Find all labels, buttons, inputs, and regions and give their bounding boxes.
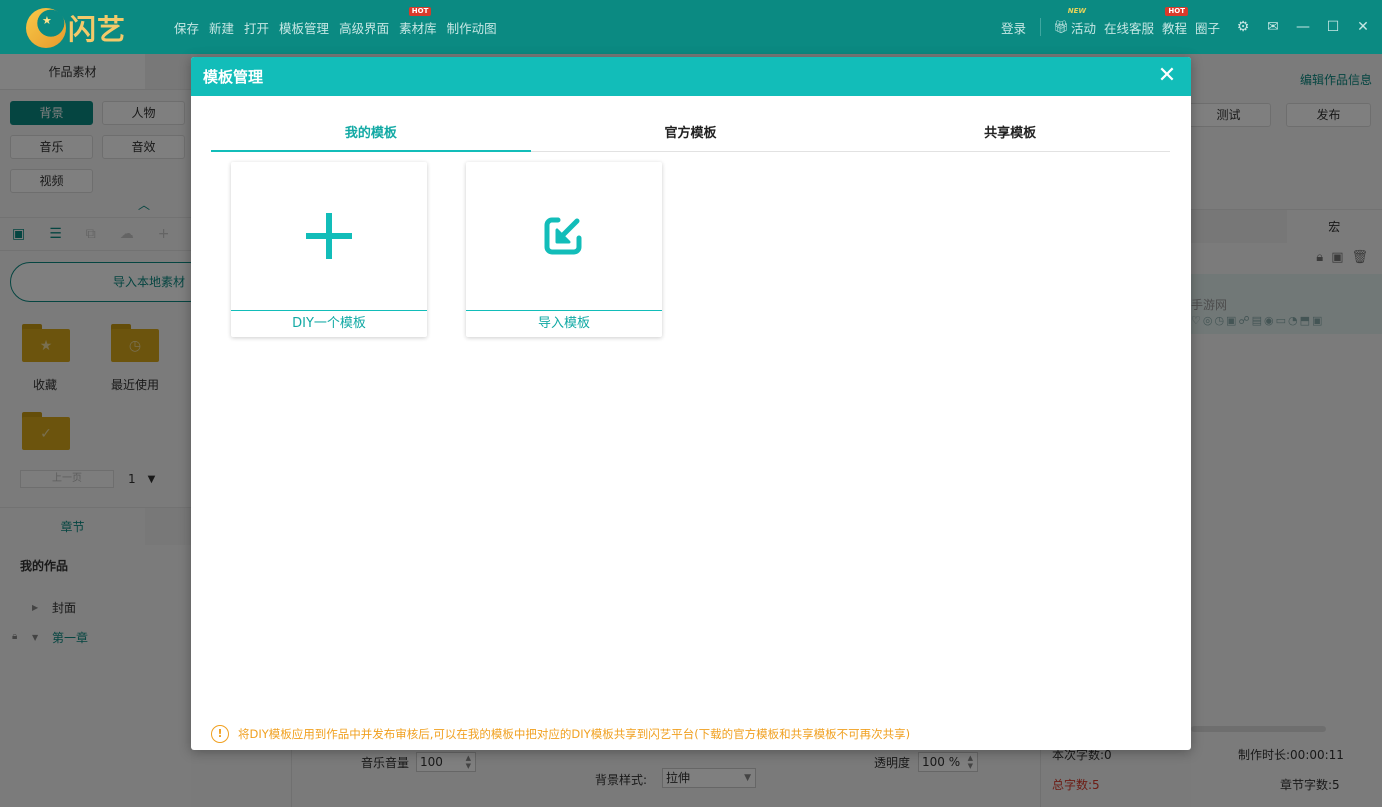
tab-my-templates[interactable]: 我的模板: [211, 120, 531, 152]
menu-divider: [1040, 18, 1042, 36]
new-badge: NEW: [1067, 6, 1087, 15]
warning-exclamation-icon: !: [211, 725, 229, 743]
maximize-icon[interactable]: ☐: [1318, 0, 1348, 54]
circle-link[interactable]: 圈子: [1195, 18, 1220, 37]
diy-template-card[interactable]: DIY一个模板: [231, 162, 427, 337]
diy-template-label: DIY一个模板: [292, 316, 366, 331]
plus-icon: [306, 213, 352, 259]
menu-open[interactable]: 打开: [244, 18, 269, 37]
logo-moon-icon: ★: [26, 8, 66, 48]
hot-badge: HOT: [408, 6, 432, 16]
tab-official-templates[interactable]: 官方模板: [531, 120, 851, 151]
right-menu: 登录 🎁︎ 活动 NEW 在线客服 教程 HOT 圈子 ⚙ ✉ — ☐ ✕: [1001, 0, 1382, 54]
app-logo: ★ 闪艺: [26, 8, 136, 48]
activity-label: 活动: [1070, 20, 1096, 36]
tab-shared-templates[interactable]: 共享模板: [850, 120, 1170, 151]
tutorial-link[interactable]: 教程 HOT: [1161, 6, 1189, 37]
settings-gear-icon[interactable]: ⚙: [1228, 0, 1258, 54]
menu-save[interactable]: 保存: [174, 18, 199, 37]
import-icon: [544, 217, 582, 255]
share-notice: ! 将DIY模板应用到作品中并发布审核后,可以在我的模板中把对应的DIY模板共享…: [211, 725, 910, 743]
dialog-title: 模板管理: [203, 68, 264, 86]
menu-new[interactable]: 新建: [209, 18, 234, 37]
login-link[interactable]: 登录: [1001, 18, 1026, 37]
import-template-label: 导入模板: [537, 316, 590, 331]
activity-link[interactable]: 🎁︎ 活动 NEW: [1053, 7, 1096, 37]
online-support-link[interactable]: 在线客服: [1104, 18, 1154, 37]
message-envelope-icon[interactable]: ✉: [1258, 0, 1288, 54]
import-card-body: [466, 162, 662, 311]
menu-template-manage[interactable]: 模板管理: [279, 18, 329, 37]
menu-asset-library-label: 素材库: [399, 20, 437, 36]
template-tabs: 我的模板 官方模板 共享模板: [211, 120, 1170, 152]
close-window-icon[interactable]: ✕: [1348, 0, 1378, 54]
tutorial-label: 教程: [1161, 20, 1187, 36]
gift-icon: 🎁︎: [1053, 19, 1069, 34]
main-menu: 保存 新建 打开 模板管理 高级界面 素材库 HOT 制作动图: [174, 0, 507, 54]
import-template-card[interactable]: 导入模板: [466, 162, 662, 337]
close-icon[interactable]: ✕: [1155, 64, 1179, 88]
minimize-icon[interactable]: —: [1288, 0, 1318, 54]
menu-make-gif[interactable]: 制作动图: [447, 18, 497, 37]
menu-asset-library[interactable]: 素材库 HOT: [399, 6, 437, 37]
share-notice-text: 将DIY模板应用到作品中并发布审核后,可以在我的模板中把对应的DIY模板共享到闪…: [238, 727, 911, 741]
hot-badge: HOT: [1165, 6, 1189, 16]
dialog-header: 模板管理 ✕: [191, 57, 1191, 96]
menu-advanced-ui[interactable]: 高级界面: [339, 18, 389, 37]
logo-text: 闪艺: [68, 13, 127, 46]
title-bar: ★ 闪艺 保存 新建 打开 模板管理 高级界面 素材库 HOT 制作动图 登录 …: [0, 0, 1382, 54]
template-manage-dialog: 模板管理 ✕ 我的模板 官方模板 共享模板 DIY一个模板 导入模板 ! 将DI…: [191, 57, 1191, 750]
diy-card-body: [231, 162, 427, 311]
